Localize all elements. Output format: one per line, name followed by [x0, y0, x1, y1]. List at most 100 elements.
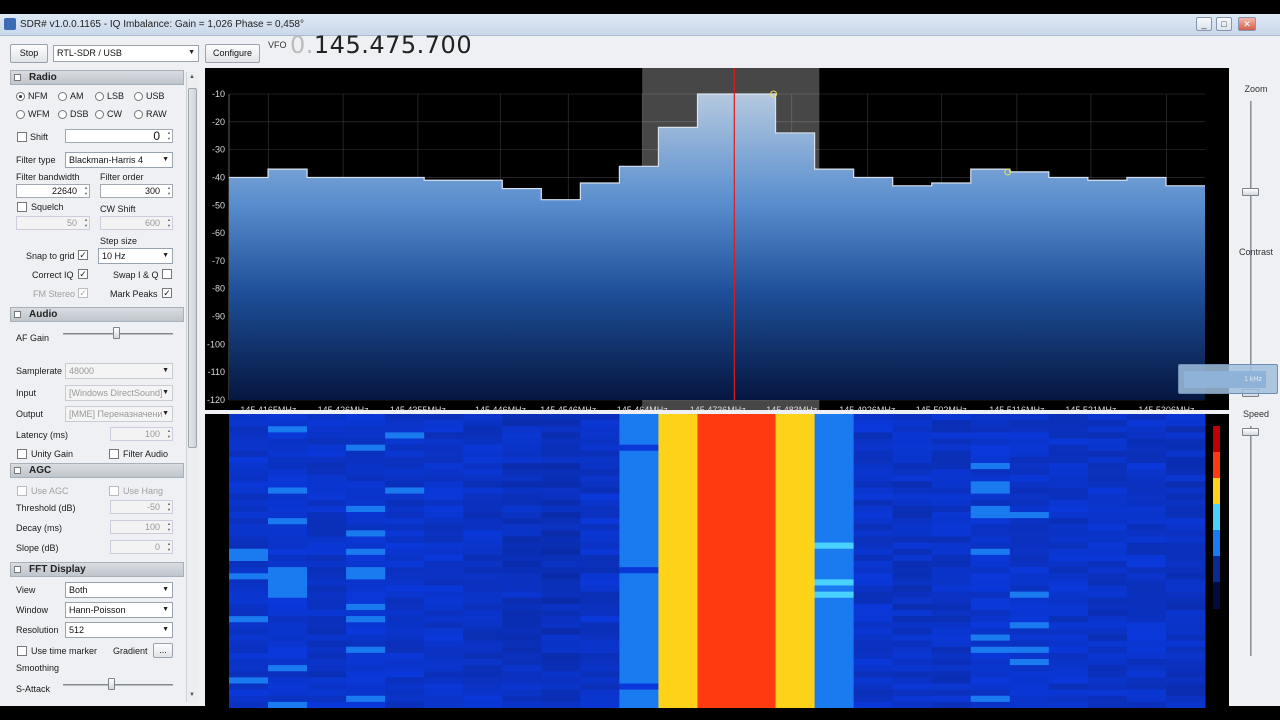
scroll-up-icon[interactable]: ▲	[189, 74, 195, 80]
slope-input[interactable]: 0	[110, 540, 173, 554]
resolution-select[interactable]: 512 ▼	[65, 622, 173, 638]
shift-input[interactable]: 0	[65, 129, 173, 143]
waterfall-cell	[619, 597, 659, 605]
waterfall-cell	[892, 573, 933, 580]
use-agc-checkbox[interactable]	[17, 486, 27, 496]
waterfall-cell	[814, 585, 855, 593]
agc-section-header[interactable]: AGC	[10, 463, 184, 478]
waterfall-cell	[346, 610, 386, 617]
waterfall-cell	[619, 530, 659, 537]
waterfall-cell	[1048, 475, 1089, 482]
waterfall-cell	[229, 695, 269, 703]
use-hang-checkbox[interactable]	[109, 486, 119, 496]
gradient-button[interactable]: ...	[153, 643, 173, 658]
scroll-thumb[interactable]	[188, 88, 197, 448]
filter-audio-checkbox[interactable]	[109, 449, 119, 459]
fft-section-header[interactable]: FFT Display	[10, 562, 184, 577]
input-select[interactable]: [Windows DirectSound] ▼	[65, 385, 173, 401]
waterfall-cell	[541, 585, 581, 593]
speed-slider[interactable]	[1242, 428, 1259, 436]
swap-iq-checkbox[interactable]	[162, 269, 172, 279]
waterfall-cell	[814, 548, 855, 556]
waterfall-cell	[424, 524, 464, 531]
shift-checkbox[interactable]	[17, 132, 27, 142]
waterfall-cell	[1048, 481, 1089, 488]
waterfall-cell	[1009, 652, 1050, 660]
minimize-button[interactable]: _	[1196, 17, 1212, 31]
s-attack-slider[interactable]	[108, 678, 115, 690]
waterfall-display[interactable]	[205, 414, 1229, 708]
waterfall-cell	[580, 597, 620, 605]
waterfall-cell	[892, 518, 933, 525]
spectrum-analyzer[interactable]: -10-20-30-40-50-60-70-80-90-100-110-120 …	[205, 68, 1229, 410]
zoom-slider[interactable]	[1242, 188, 1259, 196]
configure-button[interactable]: Configure	[205, 44, 260, 63]
waterfall-cell	[775, 444, 816, 452]
stop-button[interactable]: Stop	[10, 44, 48, 63]
filter-order-input[interactable]: 300	[100, 184, 173, 198]
waterfall-cell	[541, 701, 581, 708]
window-select[interactable]: Hann-Poisson ▼	[65, 602, 173, 618]
waterfall-cell	[307, 579, 347, 586]
squelch-checkbox[interactable]	[17, 202, 27, 212]
decay-input[interactable]: 100	[110, 520, 173, 534]
waterfall-cell	[541, 622, 581, 629]
panel-scrollbar[interactable]: ▲ ▼	[186, 72, 198, 702]
threshold-input[interactable]: -50	[110, 500, 173, 514]
view-select[interactable]: Both ▼	[65, 582, 173, 598]
mode-dsb-radio[interactable]	[58, 110, 67, 119]
waterfall-cell	[541, 432, 581, 439]
waterfall-cell	[463, 487, 503, 495]
mode-am-radio[interactable]	[58, 92, 67, 101]
waterfall-cell	[1087, 530, 1128, 537]
audio-section-header[interactable]: Audio	[10, 307, 184, 322]
unity-gain-checkbox[interactable]	[17, 449, 27, 459]
latency-input[interactable]: 100	[110, 427, 173, 441]
waterfall-cell	[1048, 634, 1089, 642]
s-attack-track[interactable]	[63, 684, 173, 686]
scroll-down-icon[interactable]: ▼	[189, 692, 195, 698]
waterfall-cell	[1165, 683, 1206, 691]
speed-track[interactable]	[1250, 426, 1252, 656]
waterfall-cell	[931, 665, 972, 672]
waterfall-cell	[1087, 603, 1128, 611]
device-select[interactable]: RTL-SDR / USB ▼	[53, 45, 199, 62]
cw-shift-input[interactable]: 600	[100, 216, 173, 230]
mark-peaks-checkbox[interactable]: ✓	[162, 288, 172, 298]
filter-bandwidth-input[interactable]: 22640	[16, 184, 90, 198]
waterfall-cell	[307, 573, 347, 580]
waterfall-cell	[736, 426, 777, 433]
mode-usb-radio[interactable]	[134, 92, 143, 101]
correct-iq-checkbox[interactable]: ✓	[78, 269, 88, 279]
af-gain-slider[interactable]	[112, 327, 120, 339]
filter-type-select[interactable]: Blackman-Harris 4 ▼	[65, 152, 173, 168]
mode-raw-radio[interactable]	[134, 110, 143, 119]
output-select[interactable]: [MME] Переназначени ▼	[65, 406, 173, 422]
waterfall-cell	[814, 646, 855, 654]
waterfall-cell	[619, 671, 659, 678]
waterfall-cell	[814, 695, 855, 703]
waterfall-cell	[736, 671, 777, 678]
snap-to-grid-checkbox[interactable]: ✓	[78, 250, 88, 260]
step-overlay-widget[interactable]: 1 kHz	[1178, 364, 1278, 394]
waterfall-cell	[307, 652, 347, 660]
fm-stereo-checkbox[interactable]: ✓	[78, 288, 88, 298]
waterfall-cell	[307, 597, 347, 605]
waterfall-cell	[697, 671, 738, 678]
waterfall-cell	[892, 512, 933, 519]
mode-wfm-radio[interactable]	[16, 110, 25, 119]
squelch-input[interactable]: 50	[16, 216, 90, 230]
mode-lsb-radio[interactable]	[95, 92, 104, 101]
fm-stereo-label: FM Stereo	[33, 289, 76, 299]
chevron-down-icon: ▼	[162, 586, 169, 593]
radio-section-header[interactable]: Radio	[10, 70, 184, 85]
samplerate-select[interactable]: 48000 ▼	[65, 363, 173, 379]
mode-nfm-radio[interactable]	[16, 92, 25, 101]
maximize-button[interactable]: □	[1216, 17, 1232, 31]
vfo-frequency-display[interactable]: 0.145.475.700	[290, 31, 472, 59]
step-size-select[interactable]: 10 Hz ▼	[98, 248, 173, 264]
time-marker-checkbox[interactable]	[17, 646, 27, 656]
close-button[interactable]: ✕	[1238, 17, 1256, 31]
time-marker-label: Use time marker	[31, 646, 98, 656]
mode-cw-radio[interactable]	[95, 110, 104, 119]
